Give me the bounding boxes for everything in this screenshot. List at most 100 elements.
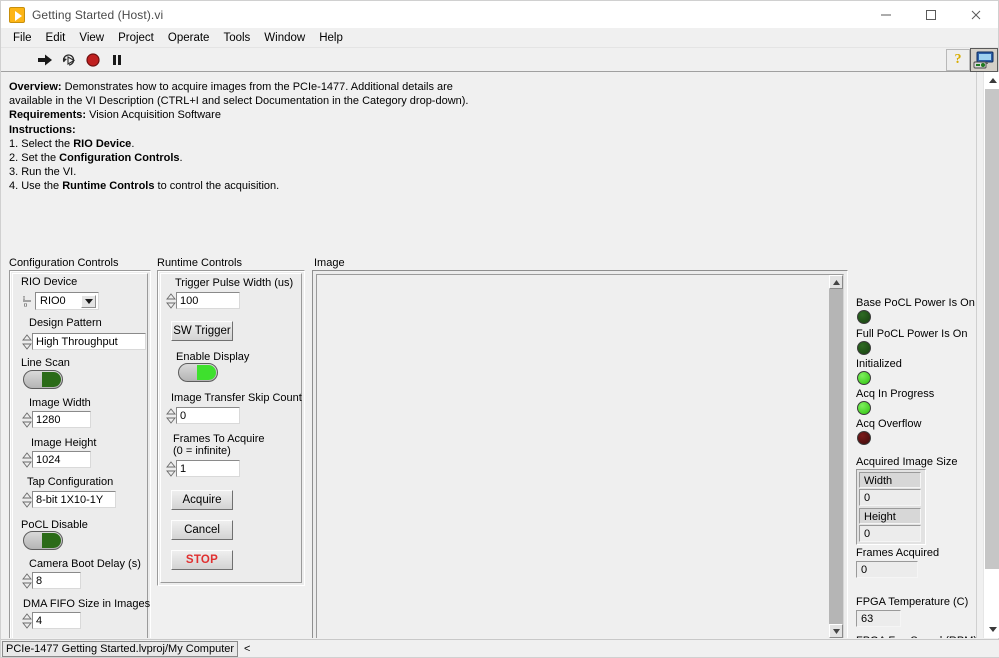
spinner-icon[interactable] bbox=[165, 292, 176, 309]
image-transfer-skip-count-control[interactable]: 0 bbox=[165, 407, 240, 424]
menu-item-view[interactable]: View bbox=[72, 29, 111, 47]
dma-fifo-size-value[interactable]: 4 bbox=[32, 612, 81, 629]
tap-configuration-value[interactable]: 8-bit 1X10-1Y bbox=[32, 491, 116, 508]
image-display-canvas[interactable] bbox=[318, 276, 829, 637]
frames-to-acquire-value[interactable]: 1 bbox=[176, 460, 240, 477]
acq-overflow-label: Acq Overflow bbox=[856, 418, 922, 430]
spinner-icon[interactable] bbox=[21, 491, 32, 508]
acquired-image-size-label: Acquired Image Size bbox=[856, 456, 958, 468]
camera-boot-delay-control[interactable]: 8 bbox=[21, 572, 81, 589]
camera-boot-delay-label: Camera Boot Delay (s) bbox=[29, 558, 141, 570]
acquired-height-value: 0 bbox=[859, 525, 921, 542]
image-height-value[interactable]: 1024 bbox=[32, 451, 91, 468]
image-transfer-skip-count-label: Image Transfer Skip Count bbox=[171, 392, 302, 404]
frames-acquired-value: 0 bbox=[856, 561, 918, 578]
close-icon[interactable] bbox=[953, 1, 998, 29]
design-pattern-value[interactable]: High Throughput bbox=[32, 333, 146, 350]
io-glyph-icon: I 0 bbox=[21, 292, 35, 310]
front-panel-canvas: Overview: Demonstrates how to acquire im… bbox=[1, 72, 999, 638]
acquired-width-label: Width bbox=[859, 472, 921, 488]
abort-execution-icon[interactable] bbox=[82, 50, 104, 70]
enable-display-label: Enable Display bbox=[176, 351, 250, 363]
vi-toolbar: ? bbox=[1, 48, 998, 72]
image-height-control[interactable]: 1024 bbox=[21, 451, 91, 468]
image-height-label: Image Height bbox=[31, 437, 97, 449]
window-scroll-up-icon[interactable] bbox=[984, 72, 999, 89]
sw-trigger-button[interactable]: SW Trigger bbox=[171, 321, 233, 341]
rio-device-dropdown[interactable]: I 0 RIO0 bbox=[21, 292, 99, 310]
run-continuously-icon[interactable] bbox=[58, 50, 80, 70]
fpga-temperature-value: 63 bbox=[856, 610, 901, 627]
scroll-up-arrow-icon[interactable] bbox=[829, 275, 843, 289]
spinner-icon[interactable] bbox=[165, 460, 176, 477]
fpga-temperature-label: FPGA Temperature (C) bbox=[856, 596, 969, 608]
acquire-button[interactable]: Acquire bbox=[171, 490, 233, 510]
help-question-icon[interactable]: ? bbox=[946, 49, 970, 71]
image-transfer-skip-count-value[interactable]: 0 bbox=[176, 407, 240, 424]
stop-button[interactable]: STOP bbox=[171, 550, 233, 570]
line-scan-label: Line Scan bbox=[21, 357, 70, 369]
dma-fifo-size-control[interactable]: 4 bbox=[21, 612, 81, 629]
image-vertical-scrollbar[interactable] bbox=[829, 275, 843, 638]
pocl-disable-toggle[interactable] bbox=[23, 531, 63, 550]
minimize-icon[interactable] bbox=[863, 1, 908, 29]
menu-item-help[interactable]: Help bbox=[312, 29, 350, 47]
image-width-value[interactable]: 1280 bbox=[32, 411, 91, 428]
window-scrollbar-thumb[interactable] bbox=[985, 89, 999, 569]
menu-item-project[interactable]: Project bbox=[111, 29, 161, 47]
step2-post: . bbox=[179, 152, 183, 165]
step1-post: . bbox=[131, 137, 135, 150]
rio-device-label: RIO Device bbox=[21, 276, 78, 288]
svg-text:0: 0 bbox=[24, 303, 27, 308]
initialized-label: Initialized bbox=[856, 358, 902, 370]
rio-device-value: RIO0 bbox=[40, 295, 66, 307]
design-pattern-control[interactable]: High Throughput bbox=[21, 333, 146, 350]
labview-run-arrow-icon bbox=[9, 6, 25, 23]
base-pocl-power-label: Base PoCL Power Is On bbox=[856, 297, 975, 309]
frames-to-acquire-control[interactable]: 1 bbox=[165, 460, 240, 477]
trigger-pulse-width-value[interactable]: 100 bbox=[176, 292, 240, 309]
pause-icon[interactable] bbox=[106, 50, 128, 70]
spinner-icon[interactable] bbox=[21, 333, 32, 350]
maximize-icon[interactable] bbox=[908, 1, 953, 29]
chevron-down-icon[interactable] bbox=[81, 295, 96, 308]
tap-configuration-control[interactable]: 8-bit 1X10-1Y bbox=[21, 491, 116, 508]
line-scan-toggle[interactable] bbox=[23, 370, 63, 389]
spinner-icon[interactable] bbox=[21, 572, 32, 589]
window-vertical-scrollbar[interactable] bbox=[983, 72, 999, 638]
requirements-label: Requirements: bbox=[9, 109, 87, 122]
window-scroll-down-icon[interactable] bbox=[984, 621, 999, 638]
spinner-icon[interactable] bbox=[21, 451, 32, 468]
context-help-icon[interactable] bbox=[970, 48, 998, 72]
menu-item-edit[interactable]: Edit bbox=[39, 29, 73, 47]
menu-item-operate[interactable]: Operate bbox=[161, 29, 217, 47]
menu-item-file[interactable]: File bbox=[6, 29, 39, 47]
spinner-icon[interactable] bbox=[165, 407, 176, 424]
acquired-width-value: 0 bbox=[859, 489, 921, 506]
title-bar: Getting Started (Host).vi bbox=[1, 1, 998, 29]
status-resize-glyph[interactable]: < bbox=[244, 643, 250, 655]
overview-label: Overview: bbox=[9, 81, 62, 93]
runtime-controls-title: Runtime Controls bbox=[157, 257, 242, 269]
project-path-indicator: PCIe-1477 Getting Started.lvproj/My Comp… bbox=[2, 640, 239, 657]
vi-front-panel-window: Getting Started (Host).vi File Edit View… bbox=[0, 0, 999, 658]
initialized-led bbox=[857, 371, 871, 385]
spinner-icon[interactable] bbox=[21, 411, 32, 428]
acq-in-progress-label: Acq In Progress bbox=[856, 388, 935, 400]
spinner-icon[interactable] bbox=[21, 612, 32, 629]
run-arrow-icon[interactable] bbox=[34, 50, 56, 70]
toolbar-right-group: ? bbox=[946, 48, 998, 72]
acquired-height-label: Height bbox=[859, 508, 921, 524]
trigger-pulse-width-control[interactable]: 100 bbox=[165, 292, 240, 309]
enable-display-toggle[interactable] bbox=[178, 363, 218, 382]
window-controls bbox=[863, 1, 998, 29]
step1-bold: RIO Device bbox=[73, 137, 132, 150]
trigger-pulse-width-label: Trigger Pulse Width (us) bbox=[175, 277, 294, 289]
scroll-down-arrow-icon[interactable] bbox=[829, 624, 843, 638]
menu-item-tools[interactable]: Tools bbox=[216, 29, 257, 47]
camera-boot-delay-value[interactable]: 8 bbox=[32, 572, 81, 589]
image-width-control[interactable]: 1280 bbox=[21, 411, 91, 428]
cancel-button[interactable]: Cancel bbox=[171, 520, 233, 540]
menu-item-window[interactable]: Window bbox=[257, 29, 312, 47]
step4-bold: Runtime Controls bbox=[62, 180, 155, 193]
